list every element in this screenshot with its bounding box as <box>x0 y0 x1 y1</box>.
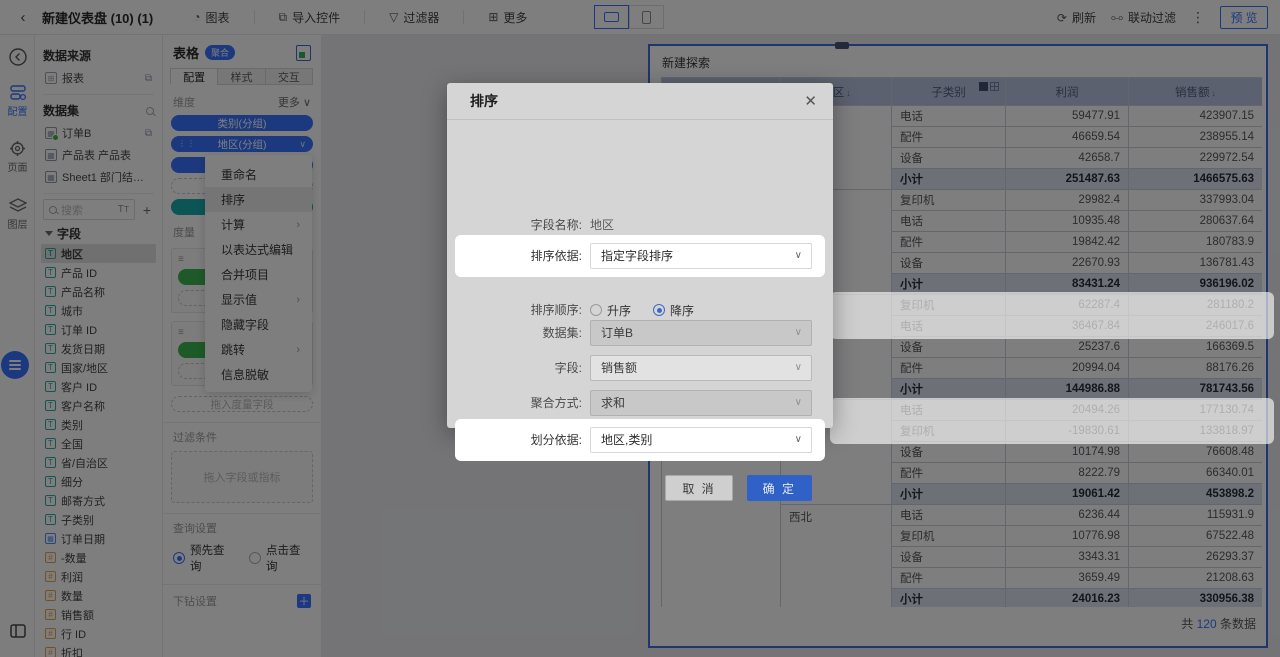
field-select[interactable]: 销售额∨ <box>590 355 812 381</box>
field-label: 字段: <box>447 355 582 381</box>
sort-by-label: 排序依据: <box>447 243 582 269</box>
sort-by-select[interactable]: 指定字段排序∨ <box>590 243 812 269</box>
sort-by-highlight: 排序依据: 指定字段排序∨ <box>455 235 825 277</box>
partition-label: 划分依据: <box>447 427 582 453</box>
chevron-down-icon: ∨ <box>795 391 802 415</box>
chevron-down-icon: ∨ <box>795 428 802 452</box>
close-icon[interactable]: ✕ <box>804 92 817 110</box>
radio-icon <box>653 304 665 316</box>
cancel-button[interactable]: 取 消 <box>665 475 732 501</box>
chevron-down-icon: ∨ <box>795 356 802 380</box>
dataset-select[interactable]: 订单B∨ <box>590 320 812 346</box>
dialog-title: 排序 <box>470 91 804 111</box>
radio-ascending[interactable]: 升序 <box>590 302 631 319</box>
aggregation-select[interactable]: 求和∨ <box>590 390 812 416</box>
partition-highlight: 划分依据: 地区,类别∨ <box>455 419 825 461</box>
chevron-down-icon: ∨ <box>795 244 802 268</box>
chevron-down-icon: ∨ <box>795 321 802 345</box>
radio-icon <box>590 304 602 316</box>
confirm-button[interactable]: 确 定 <box>747 475 812 501</box>
sort-dialog: 排序 ✕ 字段名称: 地区 排序依据: 指定字段排序∨ 排序顺序: 升序 降序 … <box>447 83 833 428</box>
highlight-rows-2 <box>830 398 1274 444</box>
highlight-rows-1 <box>830 292 1274 339</box>
partition-select[interactable]: 地区,类别∨ <box>590 427 812 453</box>
aggregation-label: 聚合方式: <box>447 390 582 416</box>
dataset-label: 数据集: <box>447 320 582 346</box>
radio-descending[interactable]: 降序 <box>653 302 694 319</box>
